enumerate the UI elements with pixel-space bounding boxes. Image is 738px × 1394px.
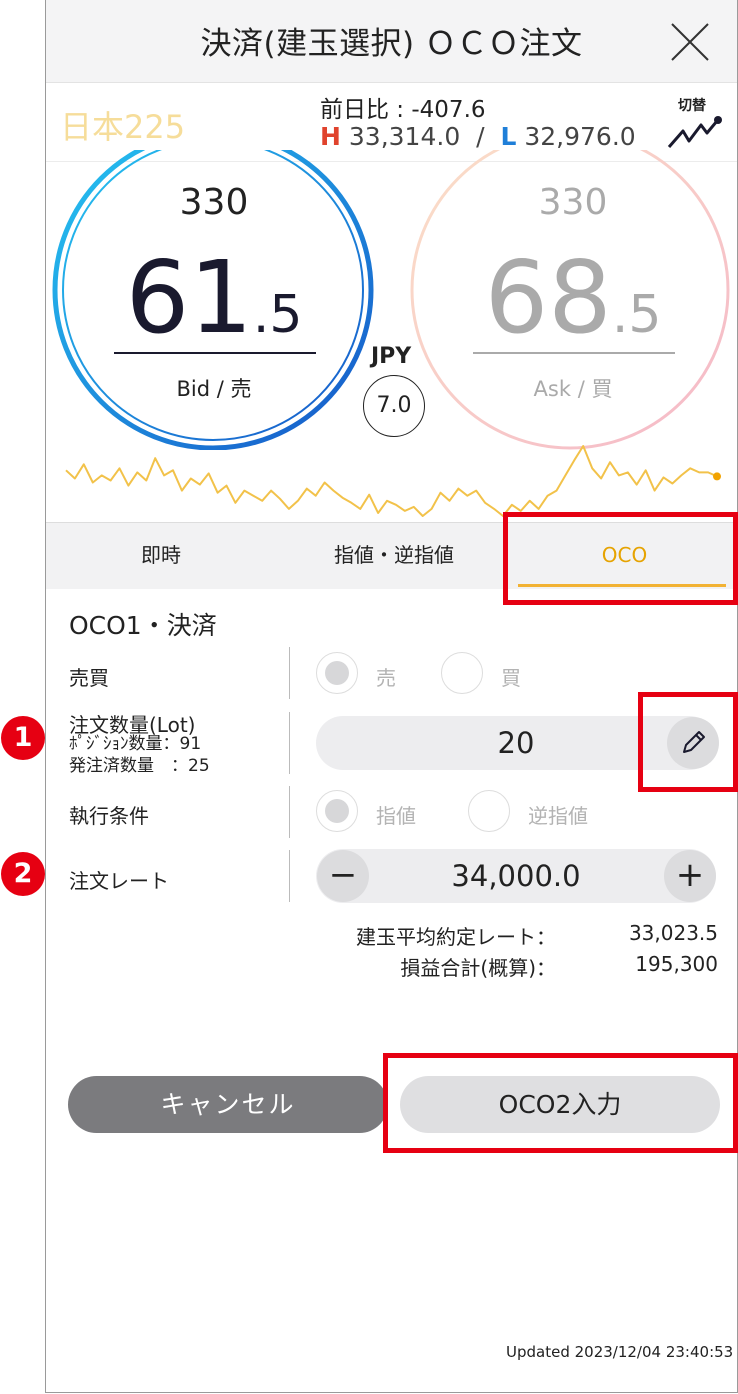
side-label: 売買 xyxy=(69,666,109,690)
position-quantity: ﾎﾟｼﾞｼｮﾝ数量：91 xyxy=(69,734,202,754)
condition-limit-radio[interactable] xyxy=(316,790,358,832)
rate-minus-button[interactable]: − xyxy=(317,850,369,902)
instrument-name: 日本225 xyxy=(60,108,186,146)
condition-limit-label: 指値 xyxy=(376,804,416,828)
row-divider xyxy=(289,786,290,838)
rate-value[interactable]: 34,000.0 xyxy=(406,859,626,893)
spread-currency: JPY xyxy=(371,344,412,369)
bid-price[interactable]: 61.5 xyxy=(114,248,314,348)
ask-price-dec: .5 xyxy=(611,285,662,345)
app-frame: 決済(建玉選択) ＯＣＯ注文 日本225 前日比 : -407.6 H 33,3… xyxy=(45,0,738,1393)
rate-label: 注文レート xyxy=(69,869,169,893)
avg-rate-label: 建玉平均約定レート： xyxy=(356,925,556,949)
page-title: 決済(建玉選択) ＯＣＯ注文 xyxy=(200,26,583,62)
highlight-oco-tab xyxy=(503,512,738,605)
callout-badge-2: 2 xyxy=(1,852,45,896)
rate-plus-button[interactable]: + xyxy=(664,850,716,902)
ask-quantity: 330 xyxy=(538,182,608,223)
side-buy-radio[interactable] xyxy=(441,652,483,694)
row-divider xyxy=(289,850,290,902)
row-divider xyxy=(289,647,290,699)
switch-label: 切替 xyxy=(678,98,706,114)
bid-price-dec: .5 xyxy=(252,285,303,345)
bid-quantity: 330 xyxy=(179,182,249,223)
price-sparkline xyxy=(65,445,721,517)
avg-rate-value: 33,023.5 xyxy=(628,921,718,945)
highlight-oco2-button xyxy=(383,1053,738,1153)
side-sell-radio[interactable] xyxy=(316,652,358,694)
quantity-value[interactable]: 20 xyxy=(446,726,586,760)
bid-label: Bid / 売 xyxy=(176,377,252,401)
spread-value: 7.0 xyxy=(363,375,425,437)
high-low-separator: / xyxy=(476,122,485,151)
section-title: OCO1・決済 xyxy=(69,611,217,640)
close-icon[interactable] xyxy=(670,22,710,62)
callout-badge-1: 1 xyxy=(1,716,45,760)
side-sell-label: 売 xyxy=(376,666,396,690)
low-value: 32,976.0 xyxy=(524,122,636,151)
ask-label: Ask / 買 xyxy=(533,377,613,401)
row-divider xyxy=(289,712,290,774)
previous-day-change: 前日比 : -407.6 xyxy=(320,97,486,123)
condition-label: 執行条件 xyxy=(69,804,149,828)
updated-timestamp: Updated 2023/12/04 23:40:53 xyxy=(506,1343,734,1361)
sparkline-series xyxy=(65,445,718,517)
bid-price-int: 61 xyxy=(125,239,253,356)
highlight-edit-quantity xyxy=(638,692,738,792)
chart-switch-icon[interactable] xyxy=(667,113,723,151)
condition-stop-radio[interactable] xyxy=(468,790,510,832)
side-buy-label: 買 xyxy=(501,666,521,690)
sparkline-last-point xyxy=(713,472,721,481)
pnl-label: 損益合計(概算)： xyxy=(400,956,556,980)
high-value: 33,314.0 xyxy=(348,122,461,151)
condition-stop-label: 逆指値 xyxy=(528,804,588,828)
high-mark: H xyxy=(320,122,341,151)
ask-price-int: 68 xyxy=(484,239,612,356)
tab-immediate[interactable]: 即時 xyxy=(46,522,276,588)
pnl-value: 195,300 xyxy=(635,952,718,976)
ordered-quantity: 発注済数量 ：25 xyxy=(69,756,210,776)
ask-price[interactable]: 68.5 xyxy=(473,248,673,348)
tab-limit-stop[interactable]: 指値・逆指値 xyxy=(276,522,512,588)
high-low: H 33,314.0 / L 32,976.0 xyxy=(320,122,636,151)
cancel-button[interactable]: キャンセル xyxy=(68,1076,388,1133)
low-mark: L xyxy=(500,122,517,151)
